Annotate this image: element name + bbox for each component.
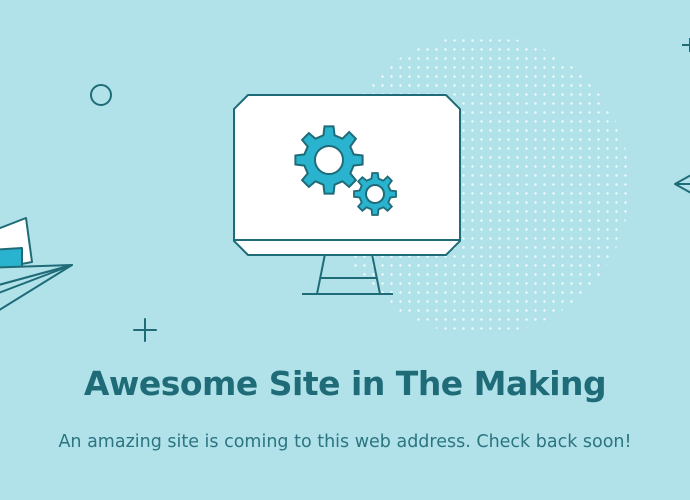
- paper-plane-right-icon: [674, 38, 690, 194]
- gear-small-icon: [353, 172, 397, 216]
- gear-large-icon: [294, 125, 364, 195]
- plus-icon: [133, 318, 157, 342]
- circle-outline-icon: [90, 84, 112, 106]
- page-message: An amazing site is coming to this web ad…: [58, 432, 632, 452]
- hero-illustration: [0, 35, 690, 342]
- paper-plane-left-icon: [0, 217, 73, 311]
- page-title: Awesome Site in The Making: [83, 364, 607, 403]
